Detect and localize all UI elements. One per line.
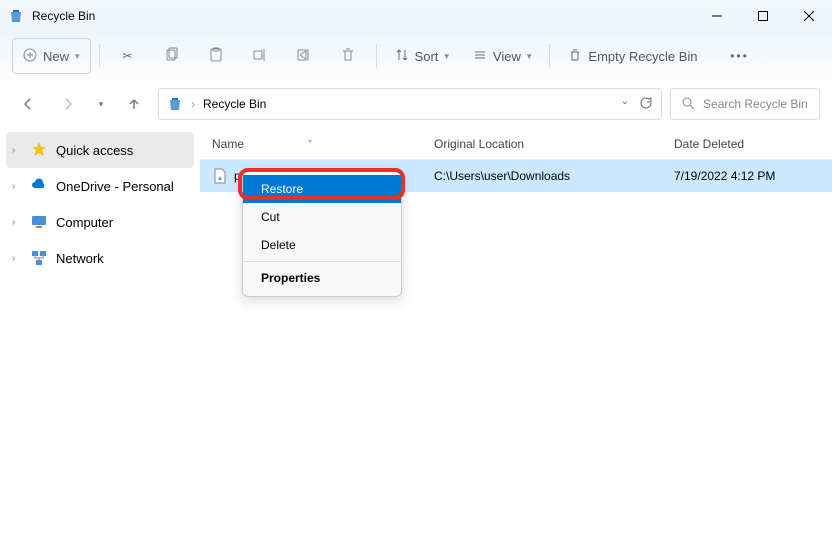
new-button[interactable]: New ▾ bbox=[12, 38, 91, 74]
context-menu-cut[interactable]: Cut bbox=[243, 203, 401, 231]
network-icon bbox=[30, 249, 48, 267]
sidebar-item-label: OneDrive - Personal bbox=[56, 179, 174, 194]
sidebar-item-label: Computer bbox=[56, 215, 113, 230]
view-button[interactable]: View ▾ bbox=[463, 38, 541, 74]
chevron-right-icon: › bbox=[12, 145, 22, 156]
separator bbox=[243, 261, 401, 262]
context-menu: Restore Cut Delete Properties bbox=[242, 170, 402, 297]
empty-label: Empty Recycle Bin bbox=[588, 49, 697, 64]
chevron-right-icon: › bbox=[12, 253, 22, 264]
plus-icon bbox=[23, 48, 37, 65]
recent-button[interactable]: ▾ bbox=[92, 88, 110, 120]
file-date-deleted: 7/19/2022 4:12 PM bbox=[674, 169, 775, 183]
context-menu-delete[interactable]: Delete bbox=[243, 231, 401, 259]
address-bar[interactable]: › Recycle Bin ⌄ bbox=[158, 88, 662, 120]
separator bbox=[99, 44, 100, 68]
chevron-down-icon[interactable]: ⌄ bbox=[621, 96, 629, 113]
breadcrumb-separator: › bbox=[191, 97, 195, 111]
close-button[interactable] bbox=[786, 0, 832, 32]
file-name: p bbox=[234, 169, 241, 183]
copy-button[interactable] bbox=[152, 38, 192, 74]
maximize-button[interactable] bbox=[740, 0, 786, 32]
forward-button[interactable] bbox=[52, 88, 84, 120]
scissors-icon: ✂ bbox=[123, 49, 133, 63]
sort-label: Sort bbox=[415, 49, 439, 64]
share-button[interactable] bbox=[284, 38, 324, 74]
sidebar-item-label: Network bbox=[56, 251, 104, 266]
recycle-bin-icon bbox=[8, 8, 24, 24]
star-icon bbox=[30, 141, 48, 159]
sidebar: › Quick access › OneDrive - Personal › C… bbox=[0, 128, 200, 558]
search-icon bbox=[681, 96, 695, 113]
window-controls bbox=[694, 0, 832, 32]
chevron-down-icon: ▾ bbox=[527, 51, 532, 62]
chevron-right-icon: › bbox=[12, 217, 22, 228]
separator bbox=[549, 44, 550, 68]
ellipsis-icon: ••• bbox=[730, 49, 749, 63]
new-label: New bbox=[43, 49, 69, 64]
context-menu-restore[interactable]: Restore bbox=[243, 175, 401, 203]
sidebar-item-network[interactable]: › Network bbox=[6, 240, 194, 276]
sidebar-item-onedrive[interactable]: › OneDrive - Personal bbox=[6, 168, 194, 204]
file-original-location: C:\Users\user\Downloads bbox=[434, 169, 570, 183]
recycle-bin-icon bbox=[167, 96, 183, 112]
file-icon bbox=[212, 168, 228, 184]
sort-icon bbox=[395, 48, 409, 65]
view-icon bbox=[473, 48, 487, 65]
empty-recycle-bin-button[interactable]: Empty Recycle Bin bbox=[558, 38, 707, 74]
monitor-icon bbox=[30, 213, 48, 231]
share-icon bbox=[296, 47, 312, 66]
rename-icon bbox=[252, 47, 268, 66]
toolbar: New ▾ ✂ Sort ▾ View ▾ Empty Recycle Bin … bbox=[0, 32, 832, 80]
column-header-name[interactable]: Name ⌄ bbox=[200, 137, 422, 151]
cloud-icon bbox=[30, 177, 48, 195]
window-title: Recycle Bin bbox=[32, 9, 694, 23]
sort-button[interactable]: Sort ▾ bbox=[385, 38, 459, 74]
content-area: › Quick access › OneDrive - Personal › C… bbox=[0, 128, 832, 558]
separator bbox=[376, 44, 377, 68]
back-button[interactable] bbox=[12, 88, 44, 120]
context-menu-properties[interactable]: Properties bbox=[243, 264, 401, 292]
chevron-right-icon: › bbox=[12, 181, 22, 192]
navbar: ▾ › Recycle Bin ⌄ Search Recycle Bin bbox=[0, 80, 832, 128]
delete-button[interactable] bbox=[328, 38, 368, 74]
more-button[interactable]: ••• bbox=[720, 38, 760, 74]
trash-icon bbox=[340, 47, 356, 66]
trash-icon bbox=[568, 48, 582, 65]
titlebar: Recycle Bin bbox=[0, 0, 832, 32]
paste-button[interactable] bbox=[196, 38, 236, 74]
sort-indicator-icon: ⌄ bbox=[307, 135, 314, 144]
chevron-down-icon: ▾ bbox=[99, 99, 104, 110]
cut-button[interactable]: ✂ bbox=[108, 38, 148, 74]
search-input[interactable]: Search Recycle Bin bbox=[670, 88, 820, 120]
rename-button[interactable] bbox=[240, 38, 280, 74]
refresh-icon[interactable] bbox=[639, 96, 653, 113]
chevron-down-icon: ▾ bbox=[444, 51, 449, 62]
view-label: View bbox=[493, 49, 521, 64]
breadcrumb-current[interactable]: Recycle Bin bbox=[203, 97, 266, 111]
sidebar-item-computer[interactable]: › Computer bbox=[6, 204, 194, 240]
column-header-date-deleted[interactable]: Date Deleted bbox=[662, 137, 832, 151]
search-placeholder: Search Recycle Bin bbox=[703, 97, 808, 111]
up-button[interactable] bbox=[118, 88, 150, 120]
column-header-original-location[interactable]: Original Location bbox=[422, 137, 662, 151]
sidebar-item-label: Quick access bbox=[56, 143, 133, 158]
minimize-button[interactable] bbox=[694, 0, 740, 32]
clipboard-icon bbox=[208, 47, 224, 66]
chevron-down-icon: ▾ bbox=[75, 51, 80, 62]
column-headers: Name ⌄ Original Location Date Deleted bbox=[200, 128, 832, 160]
sidebar-item-quick-access[interactable]: › Quick access bbox=[6, 132, 194, 168]
copy-icon bbox=[164, 47, 180, 66]
